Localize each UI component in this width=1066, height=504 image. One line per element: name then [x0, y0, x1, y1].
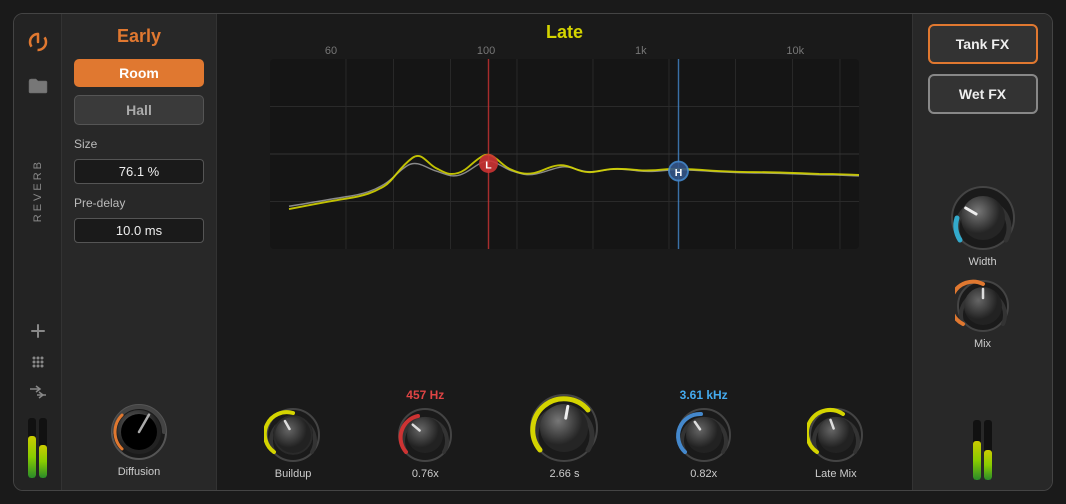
level-meter-right	[39, 418, 47, 478]
buildup-group: Buildup	[264, 406, 322, 480]
knobs-row: Buildup 457 Hz	[217, 380, 912, 490]
right-panel: Tank FX Wet FX Width	[912, 14, 1052, 490]
plugin-container: REVERB	[13, 13, 1053, 491]
add-button[interactable]	[30, 323, 46, 344]
freq-60: 60	[325, 45, 337, 57]
mix-section: Mix	[955, 278, 1011, 350]
freq-1k: 1k	[635, 45, 647, 57]
wet-fx-button[interactable]: Wet FX	[928, 74, 1038, 114]
early-panel: Early Room Hall Size 76.1 % Pre-delay 10…	[62, 14, 217, 490]
diffusion-label: Diffusion	[118, 466, 161, 478]
width-section: Width	[949, 184, 1017, 268]
high-gain-knob[interactable]	[675, 406, 733, 464]
tank-fx-button[interactable]: Tank FX	[928, 24, 1038, 64]
decay-label: 2.66 s	[549, 468, 579, 480]
low-gain-label: 0.76x	[412, 468, 439, 480]
room-mode-button[interactable]: Room	[74, 59, 204, 87]
width-knob[interactable]	[949, 184, 1017, 252]
main-display: Late 60 100 1k 10k	[217, 14, 912, 490]
buildup-label: Buildup	[275, 468, 312, 480]
high-gain-group: 3.61 kHz 0.82x	[675, 388, 733, 480]
decay-knob[interactable]	[528, 392, 600, 464]
predelay-value[interactable]: 10.0 ms	[74, 218, 204, 243]
buildup-knob[interactable]	[264, 406, 322, 464]
width-label: Width	[968, 256, 996, 268]
decay-group: 2.66 s	[528, 392, 600, 480]
high-gain-label: 0.82x	[690, 468, 717, 480]
mix-knob[interactable]	[955, 278, 1011, 334]
high-freq-label: 3.61 kHz	[680, 388, 728, 402]
early-title: Early	[74, 26, 204, 47]
size-label: Size	[74, 137, 204, 151]
late-mix-label: Late Mix	[815, 468, 857, 480]
late-mix-group: Late Mix	[807, 406, 865, 480]
right-level-meter-left	[973, 420, 981, 480]
diffusion-knob[interactable]	[109, 402, 169, 462]
left-sidebar: REVERB	[14, 14, 62, 490]
level-meter-left	[28, 418, 36, 478]
predelay-label: Pre-delay	[74, 196, 204, 210]
eq-display[interactable]: L H	[225, 59, 904, 249]
menu-button[interactable]	[30, 354, 46, 375]
level-meters	[28, 418, 47, 478]
hall-mode-button[interactable]: Hall	[74, 95, 204, 125]
diffusion-section: Diffusion	[74, 402, 204, 478]
folder-button[interactable]	[22, 70, 54, 102]
size-value[interactable]: 76.1 %	[74, 159, 204, 184]
routing-button[interactable]	[29, 385, 47, 404]
low-gain-group: 457 Hz 0.76x	[396, 388, 454, 480]
low-freq-label: 457 Hz	[406, 388, 444, 402]
late-title: Late	[217, 14, 912, 43]
power-button[interactable]	[22, 26, 54, 58]
freq-100: 100	[477, 45, 495, 57]
right-level-meter-right	[984, 420, 992, 480]
mix-label: Mix	[974, 338, 991, 350]
plugin-title: REVERB	[32, 159, 44, 222]
freq-10k: 10k	[786, 45, 804, 57]
low-gain-knob[interactable]	[396, 406, 454, 464]
svg-text:L: L	[485, 160, 492, 171]
right-level-meters	[973, 420, 992, 480]
late-mix-knob[interactable]	[807, 406, 865, 464]
sidebar-bottom	[28, 323, 47, 478]
svg-text:H: H	[675, 168, 683, 179]
